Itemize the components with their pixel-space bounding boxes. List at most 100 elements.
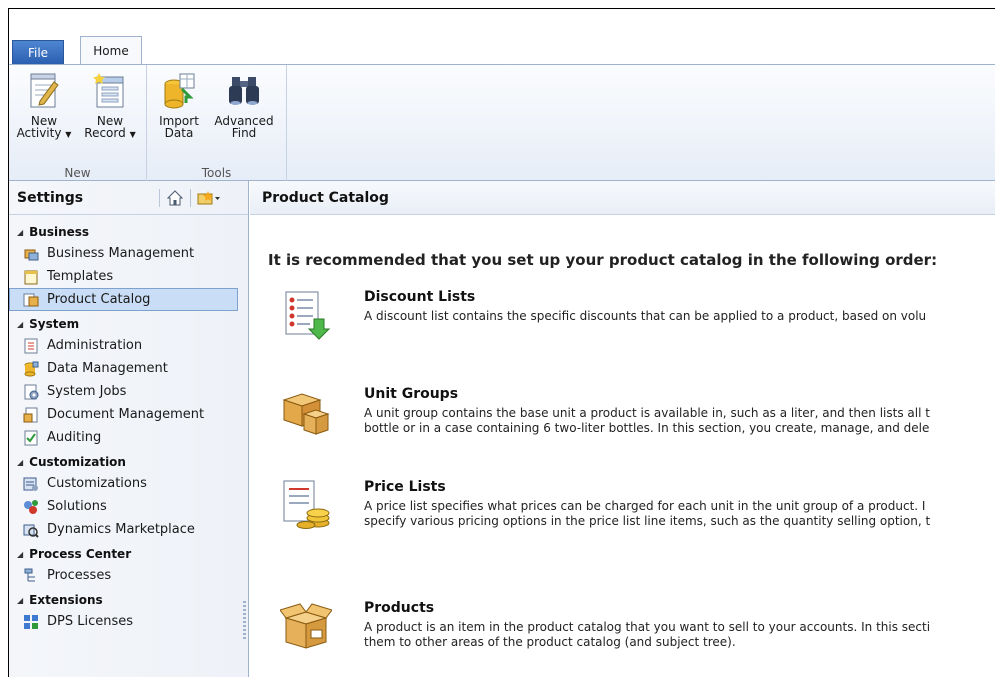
entry-description: A discount list contains the specific di… bbox=[364, 309, 926, 324]
collapse-triangle-icon: ◢ bbox=[17, 549, 24, 559]
chevron-down-icon: ▼ bbox=[129, 130, 136, 139]
entry-title[interactable]: Price Lists bbox=[364, 479, 446, 495]
product-catalog-icon bbox=[23, 293, 39, 306]
nav-item-label: Data Management bbox=[47, 361, 168, 376]
entry-title[interactable]: Discount Lists bbox=[364, 289, 475, 305]
nav-item-label: Administration bbox=[47, 338, 143, 353]
document-management-icon bbox=[23, 407, 38, 422]
processes-icon bbox=[24, 568, 35, 581]
nav-item-label: Processes bbox=[47, 568, 112, 583]
nav-divider bbox=[159, 188, 160, 207]
nav-item-dps-licenses[interactable]: DPS Licenses bbox=[9, 610, 238, 633]
ribbon-tabbar: File Home bbox=[9, 9, 995, 65]
nav-section-business[interactable]: ◢ Business bbox=[9, 222, 248, 242]
nav-item-label: Customizations bbox=[47, 476, 147, 491]
products-icon bbox=[280, 603, 332, 649]
new-record-icon bbox=[93, 73, 124, 108]
nav-item-label: Auditing bbox=[47, 430, 102, 445]
ribbon-group-new-label: New bbox=[64, 166, 91, 180]
nav-section-extensions[interactable]: ◢ Extensions bbox=[9, 590, 248, 610]
app-window: File Home New Activity ▼ New Record ▼ Ne… bbox=[8, 8, 995, 677]
nav-item-administration[interactable]: Administration bbox=[9, 334, 238, 357]
nav-section-label: Extensions bbox=[29, 593, 103, 607]
entry-description-line: them to other areas of the product catal… bbox=[364, 635, 736, 649]
entry-description-line: A discount list contains the specific di… bbox=[364, 309, 927, 323]
entry-description-line: A product is an item in the product cata… bbox=[364, 620, 931, 634]
nav-item-dynamics-marketplace[interactable]: Dynamics Marketplace bbox=[9, 518, 238, 541]
main-content: Product Catalog It is recommended that y… bbox=[250, 181, 995, 677]
entry-products: Products A product is an item in the pro… bbox=[280, 600, 995, 664]
auditing-icon bbox=[24, 430, 38, 445]
entry-description: A product is an item in the product cata… bbox=[364, 620, 930, 650]
ribbon: New Activity ▼ New Record ▼ New Import D… bbox=[9, 64, 995, 182]
tab-file[interactable]: File bbox=[12, 40, 64, 64]
nav-body: ◢ Business Business Management Templates … bbox=[9, 215, 248, 633]
advanced-find-label-2: Find bbox=[231, 126, 257, 140]
nav-divider bbox=[190, 188, 191, 207]
new-record-button[interactable]: New Record ▼ bbox=[79, 73, 141, 141]
binoculars-icon bbox=[229, 77, 259, 105]
collapse-triangle-icon: ◢ bbox=[17, 457, 24, 467]
entry-description-line: bottle or in a case containing 6 two-lit… bbox=[364, 421, 930, 435]
nav-item-business-management[interactable]: Business Management bbox=[9, 242, 238, 265]
unit-groups-icon bbox=[282, 393, 330, 435]
settings-navigation: Settings ◢ Business Business Management T… bbox=[9, 181, 249, 677]
ribbon-group-tools-label: Tools bbox=[201, 166, 232, 180]
entry-title[interactable]: Unit Groups bbox=[364, 386, 458, 402]
nav-item-label: Templates bbox=[47, 269, 114, 284]
nav-item-data-management[interactable]: Data Management bbox=[9, 357, 238, 380]
nav-item-solutions[interactable]: Solutions bbox=[9, 495, 238, 518]
entry-description-line: specify various pricing options in the p… bbox=[364, 514, 931, 528]
pane-resize-grip[interactable] bbox=[243, 601, 246, 641]
entry-description-line: A unit group contains the base unit a pr… bbox=[364, 406, 930, 420]
nav-title: Settings bbox=[17, 189, 84, 206]
price-list-icon bbox=[283, 480, 330, 529]
administration-icon bbox=[24, 338, 38, 353]
entry-unit-groups: Unit Groups A unit group contains the ba… bbox=[280, 386, 995, 450]
tab-home[interactable]: Home bbox=[80, 36, 142, 65]
system-jobs-icon bbox=[24, 384, 39, 399]
business-management-icon bbox=[24, 249, 39, 260]
templates-icon bbox=[24, 270, 38, 284]
nav-item-auditing[interactable]: Auditing bbox=[9, 426, 238, 449]
collapse-triangle-icon: ◢ bbox=[17, 227, 24, 237]
new-activity-button[interactable]: New Activity ▼ bbox=[15, 73, 73, 141]
collapse-triangle-icon: ◢ bbox=[17, 595, 24, 605]
advanced-find-button[interactable]: Advanced Find bbox=[209, 73, 279, 139]
dps-licenses-icon bbox=[24, 614, 38, 629]
data-management-icon bbox=[24, 361, 39, 376]
import-data-button[interactable]: Import Data bbox=[153, 73, 205, 139]
nav-section-label: Process Center bbox=[29, 547, 132, 561]
nav-item-product-catalog[interactable]: Product Catalog bbox=[9, 288, 238, 311]
new-activity-label-2: Activity bbox=[16, 126, 62, 140]
marketplace-icon bbox=[23, 524, 39, 538]
entry-description: A price list specifies what prices can b… bbox=[364, 499, 930, 529]
collapse-triangle-icon: ◢ bbox=[17, 319, 24, 329]
intro-heading: It is recommended that you set up your p… bbox=[268, 251, 938, 269]
nav-section-label: System bbox=[29, 317, 80, 331]
entry-description: A unit group contains the base unit a pr… bbox=[364, 406, 930, 436]
nav-section-label: Business bbox=[29, 225, 90, 239]
nav-item-document-management[interactable]: Document Management bbox=[9, 403, 238, 426]
new-activity-icon bbox=[30, 73, 59, 108]
nav-section-system[interactable]: ◢ System bbox=[9, 314, 248, 334]
solutions-icon bbox=[24, 499, 38, 514]
new-record-label-2: Record bbox=[84, 126, 126, 140]
ribbon-group-new: New Activity ▼ New Record ▼ New bbox=[9, 65, 147, 182]
customizations-icon bbox=[23, 477, 38, 491]
entry-title[interactable]: Products bbox=[364, 600, 434, 616]
entry-price-lists: Price Lists A price list specifies what … bbox=[280, 479, 995, 543]
nav-item-processes[interactable]: Processes bbox=[9, 564, 238, 587]
nav-section-customization[interactable]: ◢ Customization bbox=[9, 452, 248, 472]
nav-item-label: Dynamics Marketplace bbox=[47, 522, 195, 537]
page-title: Product Catalog bbox=[250, 181, 995, 215]
nav-item-label: System Jobs bbox=[47, 384, 127, 399]
favorites-menu-icon[interactable] bbox=[195, 188, 223, 208]
home-icon[interactable] bbox=[164, 188, 186, 208]
nav-section-process-center[interactable]: ◢ Process Center bbox=[9, 544, 248, 564]
nav-item-customizations[interactable]: Customizations bbox=[9, 472, 238, 495]
nav-item-system-jobs[interactable]: System Jobs bbox=[9, 380, 238, 403]
nav-item-label: DPS Licenses bbox=[47, 614, 134, 629]
import-data-icon bbox=[164, 73, 195, 109]
nav-item-templates[interactable]: Templates bbox=[9, 265, 238, 288]
